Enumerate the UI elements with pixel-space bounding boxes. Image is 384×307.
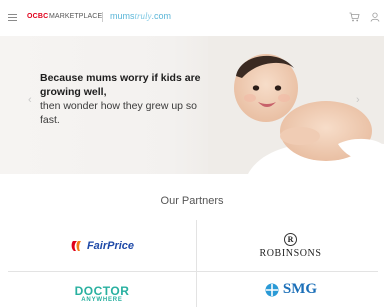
doctor-anywhere-logo: DOCTOR ANYWHERE — [75, 285, 130, 304]
mumstruly-logo[interactable]: mumstruly.com — [110, 11, 171, 21]
doctor-name: DOCTOR — [74, 284, 130, 298]
header-divider — [102, 12, 103, 22]
robinsons-badge: R — [284, 232, 297, 246]
prev-slide-arrow[interactable]: ‹ — [28, 94, 32, 106]
smg-logo-icon — [265, 283, 279, 296]
mums-text: mums — [110, 11, 135, 21]
ocbc-logo[interactable]: OCBC — [27, 13, 48, 20]
partners-grid: FairPrice R ROBINSONS DOCTOR ANYWHERE SM… — [0, 220, 384, 307]
partner-robinsons[interactable]: R ROBINSONS — [197, 220, 384, 271]
top-header: OCBC MARKETPLACE mumstruly.com — [0, 0, 384, 36]
cart-icon[interactable] — [349, 12, 360, 22]
fairprice-name: FairPrice — [86, 239, 135, 252]
robinsons-name: ROBINSONS — [259, 247, 322, 259]
marketplace-label[interactable]: MARKETPLACE — [49, 13, 102, 20]
truly-text: truly — [134, 11, 152, 21]
partner-smg[interactable]: SMG — [197, 272, 384, 307]
fairprice-logo-icon — [71, 240, 81, 251]
anywhere-name: ANYWHERE — [81, 297, 123, 303]
domain-text: .com — [151, 11, 172, 21]
partner-doctor-anywhere[interactable]: DOCTOR ANYWHERE — [8, 272, 196, 307]
partner-fairprice[interactable]: FairPrice — [8, 220, 196, 271]
user-icon[interactable] — [370, 12, 380, 22]
menu-icon[interactable] — [8, 14, 17, 21]
hero-title: Because mums worry if kids are growing w… — [40, 72, 201, 98]
partners-heading: Our Partners — [160, 195, 224, 207]
hero-banner[interactable]: ‹ › Because mums worry if kids are growi… — [0, 36, 384, 174]
robinsons-logo: R ROBINSONS — [259, 232, 322, 259]
hero-subtitle: then wonder how they grew up so fast. — [40, 100, 198, 126]
next-slide-arrow[interactable]: › — [356, 94, 360, 106]
smg-name: SMG — [282, 281, 318, 297]
